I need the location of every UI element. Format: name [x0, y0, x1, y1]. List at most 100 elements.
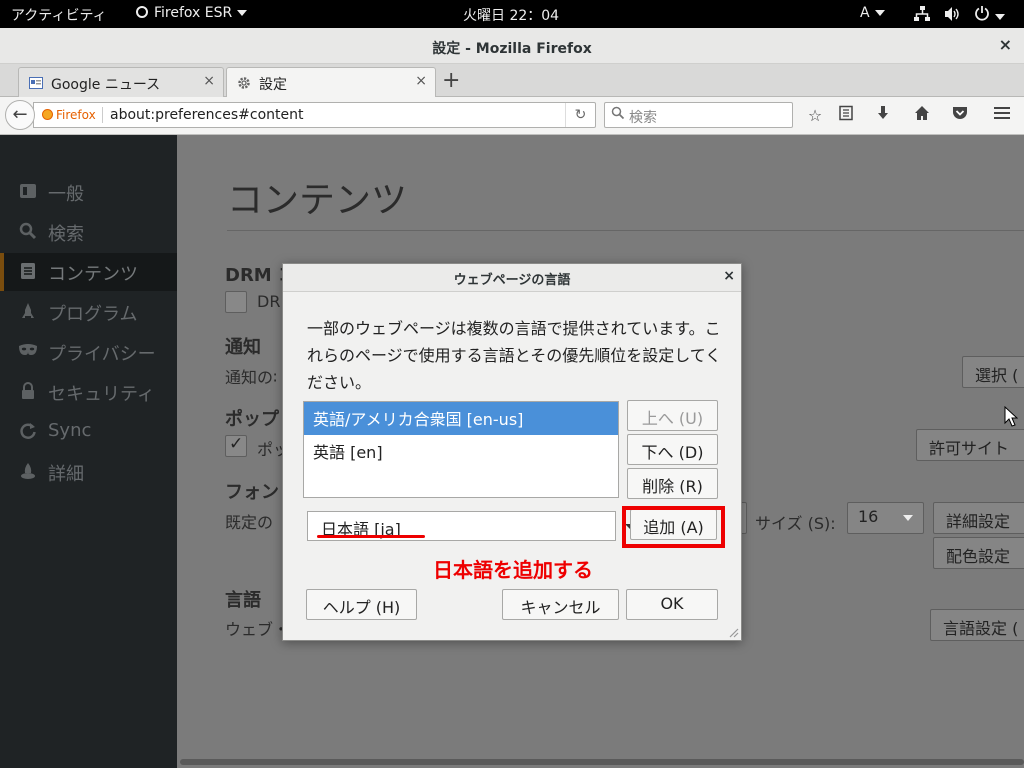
search-icon [611, 106, 625, 124]
sidebar-item-label: 詳細 [48, 464, 84, 485]
sync-icon [18, 422, 38, 442]
ok-button[interactable]: OK [626, 589, 718, 620]
tab-settings[interactable]: 設定 × [226, 67, 436, 98]
remove-button[interactable]: 削除 (R) [627, 468, 718, 499]
search-input[interactable]: 検索 [604, 102, 793, 128]
sidebar-item-label: 一般 [48, 184, 84, 205]
input-method-indicator[interactable]: A [860, 5, 885, 21]
search-placeholder: 検索 [629, 110, 657, 126]
chevron-down-icon [995, 14, 1005, 20]
power-icon [975, 6, 989, 21]
power-menu[interactable] [974, 5, 1005, 25]
google-news-favicon-icon [29, 76, 43, 90]
notifications-text: 通知の∶ [225, 368, 278, 387]
languages-choose-button[interactable]: 言語設定 ( [930, 609, 1024, 641]
sidebar-item-search[interactable]: 検索 [0, 213, 177, 251]
sidebar-item-privacy[interactable]: プライバシー [0, 333, 177, 371]
system-top-bar: アクティビティ Firefox ESR 火曜日 22：04 A [0, 0, 1024, 28]
bookmarks-list-icon[interactable] [835, 105, 857, 127]
sidebar-item-label: プログラム [48, 304, 138, 325]
navigation-toolbar: Firefox about:preferences#content ↻ ← 検索… [0, 97, 1024, 135]
font-size-select[interactable]: 16 [847, 502, 924, 534]
list-item[interactable]: 英語/アメリカ合衆国 [en-us] [304, 402, 618, 435]
notifications-select-button[interactable]: 選択 ( [962, 356, 1024, 388]
font-size-label: サイズ (S): [755, 514, 836, 533]
sidebar-item-content[interactable]: コンテンツ [0, 253, 177, 291]
identity-box[interactable]: Firefox [42, 108, 96, 122]
url-bar[interactable]: Firefox about:preferences#content ↻ [33, 102, 596, 128]
languages-text: ウェブ・ [225, 620, 290, 639]
annotation-highlight-box [622, 506, 725, 548]
dialog-close-button[interactable]: × [723, 268, 735, 284]
tab-strip: Google ニュース × 設定 × + [0, 64, 1024, 98]
activities-button[interactable]: アクティビティ [11, 5, 107, 25]
window-title: 設定 - Mozilla Firefox [432, 41, 592, 57]
window-close-button[interactable]: × [999, 35, 1012, 54]
app-menu[interactable]: Firefox ESR [136, 5, 248, 21]
content-icon [18, 262, 38, 282]
arrow-left-icon: ← [12, 104, 28, 125]
popups-exceptions-button[interactable]: 許可サイト [916, 429, 1024, 461]
tab-google-news[interactable]: Google ニュース × [18, 67, 224, 97]
chevron-down-icon [874, 10, 885, 16]
fonts-default-text: 既定の [225, 513, 274, 532]
sidebar-item-general[interactable]: 一般 [0, 173, 177, 211]
popups-checkbox[interactable] [225, 434, 247, 457]
window-titlebar: 設定 - Mozilla Firefox × [0, 28, 1024, 64]
sidebar-item-sync[interactable]: Sync [0, 413, 177, 451]
sidebar-item-advanced[interactable]: 詳細 [0, 453, 177, 491]
tab-close-icon[interactable]: × [203, 73, 215, 89]
tab-close-icon[interactable]: × [415, 73, 427, 89]
fonts-heading: フォン [225, 482, 279, 503]
privacy-mask-icon [18, 342, 38, 362]
annotation-label: 日本語を追加する [433, 558, 593, 582]
font-size-value: 16 [858, 507, 879, 526]
back-button[interactable]: ← [5, 100, 35, 130]
volume-icon[interactable] [944, 6, 960, 26]
clock[interactable]: 火曜日 22：04 [463, 5, 559, 25]
sidebar-item-applications[interactable]: プログラム [0, 293, 177, 331]
dialog-description: 一部のウェブページは複数の言語で提供されています。これらのページで使用する言語と… [307, 319, 722, 392]
drm-checkbox-label: DR [257, 292, 281, 311]
chevron-down-icon [237, 10, 248, 16]
language-list[interactable]: 英語/アメリカ合衆国 [en-us] 英語 [en] [303, 401, 619, 498]
hamburger-menu-icon[interactable] [991, 105, 1013, 127]
app-menu-label: Firefox ESR [154, 5, 233, 21]
dialog-header: ウェブページの言語 × [283, 264, 741, 292]
general-icon [18, 182, 38, 202]
list-item[interactable]: 英語 [en] [304, 435, 618, 468]
sidebar-item-label: セキュリティ [48, 384, 155, 405]
move-down-button[interactable]: 下へ (D) [627, 434, 718, 465]
firefox-app-icon [136, 6, 148, 18]
gear-icon [237, 76, 251, 90]
sidebar-item-label: コンテンツ [48, 264, 138, 285]
horizontal-scrollbar[interactable] [180, 759, 1024, 765]
download-icon[interactable] [872, 105, 894, 127]
home-icon[interactable] [911, 105, 933, 127]
preferences-sidebar: 一般 検索 コンテンツ プログラム プライバシー セキュリティ Sync 詳細 [0, 135, 177, 768]
move-up-button[interactable]: 上へ (U) [627, 400, 718, 431]
bookmark-star-icon[interactable]: ☆ [804, 105, 826, 127]
sidebar-item-label: Sync [48, 420, 92, 441]
fonts-advanced-button[interactable]: 詳細設定 [933, 502, 1024, 534]
cancel-button[interactable]: キャンセル [502, 589, 619, 620]
page-title: コンテンツ [227, 180, 408, 221]
identity-label: Firefox [56, 108, 96, 122]
sidebar-item-label: 検索 [48, 224, 84, 245]
drm-checkbox[interactable] [225, 291, 247, 313]
resize-grip-icon[interactable] [727, 626, 739, 638]
dialog-title: ウェブページの言語 [453, 273, 571, 288]
help-button[interactable]: ヘルプ (H) [306, 589, 417, 620]
firefox-logo-icon [42, 109, 53, 120]
reload-icon[interactable]: ↻ [565, 103, 595, 127]
pocket-icon[interactable] [949, 105, 971, 127]
notifications-heading: 通知 [225, 337, 261, 358]
sidebar-item-security[interactable]: セキュリティ [0, 373, 177, 411]
fonts-colors-button[interactable]: 配色設定 [933, 537, 1024, 569]
network-icon[interactable] [914, 6, 930, 26]
new-tab-button[interactable]: + [442, 68, 460, 93]
mouse-cursor-icon [1004, 405, 1019, 432]
chevron-down-icon [903, 515, 913, 521]
security-lock-icon [18, 382, 38, 402]
url-text[interactable]: about:preferences#content [110, 107, 303, 123]
